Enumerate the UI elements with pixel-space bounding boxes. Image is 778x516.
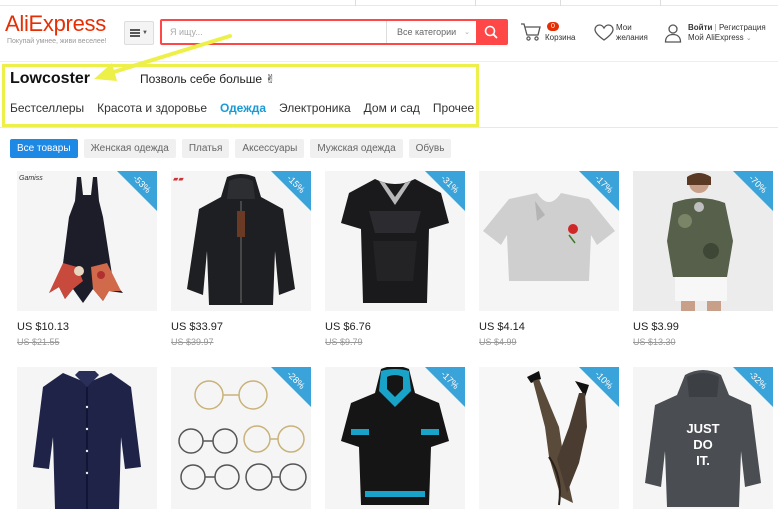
product-image[interactable]: -17% — [479, 171, 619, 311]
wishlist-label-1: Мои — [616, 23, 632, 32]
product-card[interactable]: -17% — [325, 367, 465, 509]
product-card[interactable] — [17, 367, 157, 509]
product-image[interactable]: JUST DO IT. -32% — [633, 367, 773, 509]
product-image[interactable] — [17, 367, 157, 509]
brand-logo: ▰▰ — [173, 176, 184, 183]
product-old-price: US $9.79 — [325, 337, 363, 347]
filter-all[interactable]: Все товары — [10, 139, 78, 158]
filter-shoes[interactable]: Обувь — [408, 139, 452, 158]
product-card[interactable]: -31% US $6.76 US $9.79 — [325, 171, 465, 347]
product-old-price: US $39.97 — [171, 337, 214, 347]
login-link[interactable]: Войти — [688, 23, 712, 32]
wishlist-label-2: желания — [616, 33, 648, 42]
product-image[interactable]: -70% — [633, 171, 773, 311]
hoodie-print-text: DO — [693, 437, 713, 452]
product-image[interactable]: -10% — [479, 367, 619, 509]
product-price: US $6.76 — [325, 321, 371, 333]
product-old-price: US $13.30 — [633, 337, 676, 347]
filter-womens[interactable]: Женская одежда — [83, 139, 176, 158]
cart-link[interactable]: 0 Корзина — [520, 22, 584, 48]
product-image[interactable]: -17% — [325, 367, 465, 509]
chevron-down-icon: ⌄ — [464, 29, 471, 36]
product-card[interactable]: -70% US $3.99 US $13.30 — [633, 171, 773, 347]
my-aliexpress-link[interactable]: Мой AliExpress — [688, 33, 744, 42]
category-select[interactable]: Все категории ⌄ — [386, 21, 476, 43]
top-strip — [0, 0, 778, 6]
product-price: US $10.13 — [17, 321, 69, 333]
product-price: US $33.97 — [171, 321, 223, 333]
hoodie-print-text: IT. — [696, 453, 710, 468]
product-image[interactable]: -28% — [171, 367, 311, 509]
product-card[interactable]: ▰▰ -15% US $33.97 US $39.97 — [171, 171, 311, 347]
register-link[interactable]: Регистрация — [719, 23, 766, 32]
product-price: US $4.14 — [479, 321, 525, 333]
product-card[interactable]: -28% — [171, 367, 311, 509]
heart-icon — [594, 24, 614, 41]
annotation-arrow-icon — [94, 34, 232, 81]
hoodie-print-text: JUST — [686, 421, 719, 436]
product-image[interactable]: ▰▰ -15% — [171, 171, 311, 311]
highlight-box — [2, 64, 479, 127]
product-image[interactable]: Gamiss -53% — [17, 171, 157, 311]
product-card[interactable]: JUST DO IT. -32% — [633, 367, 773, 509]
brand-logo: Gamiss — [19, 175, 43, 182]
cart-icon — [521, 23, 541, 41]
user-icon — [664, 24, 682, 43]
cart-label: Корзина — [545, 33, 576, 42]
filter-chips: Все товары Женская одежда Платья Аксессу… — [10, 139, 452, 158]
filter-mens[interactable]: Мужская одежда — [310, 139, 403, 158]
product-card[interactable]: Gamiss -53% US $10.13 US $21.55 — [17, 171, 157, 347]
product-card[interactable]: -10% — [479, 367, 619, 509]
filter-accessories[interactable]: Аксессуары — [235, 139, 305, 158]
product-image[interactable]: -31% — [325, 171, 465, 311]
product-card[interactable]: -17% US $4.14 US $4.99 — [479, 171, 619, 347]
product-old-price: US $4.99 — [479, 337, 517, 347]
search-icon — [484, 25, 498, 39]
shirt-image — [33, 371, 141, 509]
search-button[interactable] — [476, 21, 506, 43]
product-old-price: US $21.55 — [17, 337, 60, 347]
product-price: US $3.99 — [633, 321, 679, 333]
filter-dresses[interactable]: Платья — [181, 139, 230, 158]
chevron-down-icon: ⌄ — [745, 35, 752, 42]
category-select-label: Все категории — [397, 27, 457, 37]
cart-count-badge: 0 — [547, 22, 559, 31]
